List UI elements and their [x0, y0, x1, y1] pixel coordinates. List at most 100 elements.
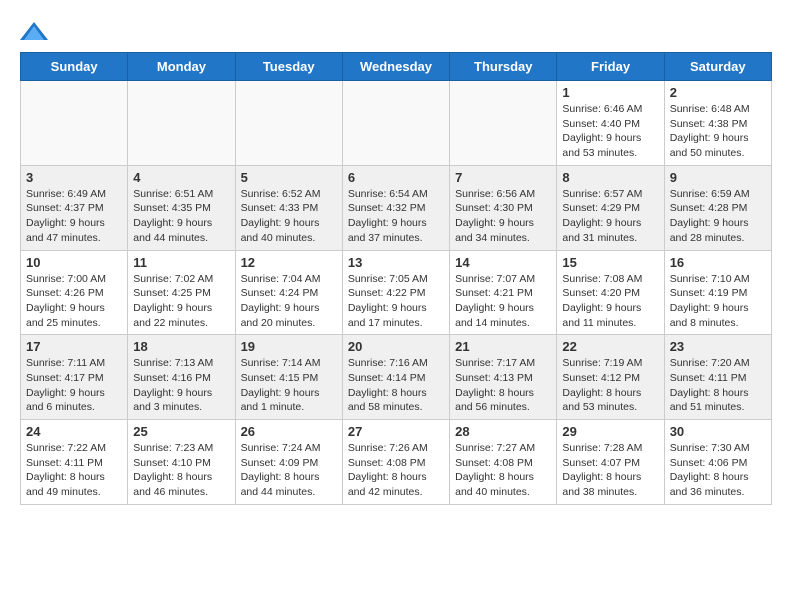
cell-text: Sunrise: 7:11 AM Sunset: 4:17 PM Dayligh… [26, 356, 122, 415]
cell-text: Sunrise: 7:10 AM Sunset: 4:19 PM Dayligh… [670, 272, 766, 331]
calendar-cell: 16 Sunrise: 7:10 AM Sunset: 4:19 PM Dayli… [664, 250, 771, 335]
day-number: 1 [562, 85, 658, 100]
day-number: 12 [241, 255, 337, 270]
calendar-cell: 12 Sunrise: 7:04 AM Sunset: 4:24 PM Dayli… [235, 250, 342, 335]
day-number: 29 [562, 424, 658, 439]
calendar-cell: 26 Sunrise: 7:24 AM Sunset: 4:09 PM Dayli… [235, 420, 342, 505]
header-monday: Monday [128, 53, 235, 81]
day-number: 8 [562, 170, 658, 185]
day-number: 27 [348, 424, 444, 439]
day-number: 14 [455, 255, 551, 270]
day-number: 5 [241, 170, 337, 185]
calendar-cell: 30Sunrise: 7:30 AM Sunset: 4:06 PM Dayli… [664, 420, 771, 505]
cell-text: Sunrise: 6:56 AM Sunset: 4:30 PM Dayligh… [455, 187, 551, 246]
day-number: 22 [562, 339, 658, 354]
cell-text: Sunrise: 7:19 AM Sunset: 4:12 PM Dayligh… [562, 356, 658, 415]
calendar-cell: 9 Sunrise: 6:59 AM Sunset: 4:28 PM Daylig… [664, 165, 771, 250]
calendar-cell: 11 Sunrise: 7:02 AM Sunset: 4:25 PM Dayli… [128, 250, 235, 335]
day-number: 23 [670, 339, 766, 354]
day-number: 3 [26, 170, 122, 185]
cell-text: Sunrise: 6:59 AM Sunset: 4:28 PM Dayligh… [670, 187, 766, 246]
day-number: 6 [348, 170, 444, 185]
day-number: 7 [455, 170, 551, 185]
day-number: 28 [455, 424, 551, 439]
cell-text: Sunrise: 7:17 AM Sunset: 4:13 PM Dayligh… [455, 356, 551, 415]
day-number: 19 [241, 339, 337, 354]
calendar-cell: 6 Sunrise: 6:54 AM Sunset: 4:32 PM Daylig… [342, 165, 449, 250]
calendar-cell: 20 Sunrise: 7:16 AM Sunset: 4:14 PM Dayli… [342, 335, 449, 420]
calendar-cell: 17 Sunrise: 7:11 AM Sunset: 4:17 PM Dayli… [21, 335, 128, 420]
calendar-cell: 10Sunrise: 7:00 AM Sunset: 4:26 PM Dayli… [21, 250, 128, 335]
calendar-cell: 13 Sunrise: 7:05 AM Sunset: 4:22 PM Dayli… [342, 250, 449, 335]
header-wednesday: Wednesday [342, 53, 449, 81]
cell-text: Sunrise: 7:02 AM Sunset: 4:25 PM Dayligh… [133, 272, 229, 331]
calendar-cell [21, 81, 128, 166]
cell-text: Sunrise: 7:26 AM Sunset: 4:08 PM Dayligh… [348, 441, 444, 500]
day-number: 15 [562, 255, 658, 270]
cell-text: Sunrise: 7:23 AM Sunset: 4:10 PM Dayligh… [133, 441, 229, 500]
cell-text: Sunrise: 6:46 AM Sunset: 4:40 PM Dayligh… [562, 102, 658, 161]
cell-text: Sunrise: 7:04 AM Sunset: 4:24 PM Dayligh… [241, 272, 337, 331]
header-row: SundayMondayTuesdayWednesdayThursdayFrid… [21, 53, 772, 81]
header-tuesday: Tuesday [235, 53, 342, 81]
day-number: 24 [26, 424, 122, 439]
calendar-row-1: 3 Sunrise: 6:49 AM Sunset: 4:37 PM Daylig… [21, 165, 772, 250]
cell-text: Sunrise: 6:49 AM Sunset: 4:37 PM Dayligh… [26, 187, 122, 246]
logo-icon [20, 20, 48, 42]
calendar-cell: 28 Sunrise: 7:27 AM Sunset: 4:08 PM Dayli… [450, 420, 557, 505]
cell-text: Sunrise: 7:27 AM Sunset: 4:08 PM Dayligh… [455, 441, 551, 500]
logo [20, 20, 52, 42]
calendar-row-4: 24 Sunrise: 7:22 AM Sunset: 4:11 PM Dayli… [21, 420, 772, 505]
cell-text: Sunrise: 7:16 AM Sunset: 4:14 PM Dayligh… [348, 356, 444, 415]
calendar-cell: 24 Sunrise: 7:22 AM Sunset: 4:11 PM Dayli… [21, 420, 128, 505]
day-number: 4 [133, 170, 229, 185]
cell-text: Sunrise: 7:20 AM Sunset: 4:11 PM Dayligh… [670, 356, 766, 415]
cell-text: Sunrise: 7:14 AM Sunset: 4:15 PM Dayligh… [241, 356, 337, 415]
cell-text: Sunrise: 7:05 AM Sunset: 4:22 PM Dayligh… [348, 272, 444, 331]
page-header [20, 20, 772, 42]
calendar-cell: 7 Sunrise: 6:56 AM Sunset: 4:30 PM Daylig… [450, 165, 557, 250]
day-number: 10 [26, 255, 122, 270]
cell-text: Sunrise: 6:54 AM Sunset: 4:32 PM Dayligh… [348, 187, 444, 246]
day-number: 26 [241, 424, 337, 439]
calendar-cell: 19 Sunrise: 7:14 AM Sunset: 4:15 PM Dayli… [235, 335, 342, 420]
day-number: 9 [670, 170, 766, 185]
day-number: 16 [670, 255, 766, 270]
day-number: 11 [133, 255, 229, 270]
calendar-cell: 22 Sunrise: 7:19 AM Sunset: 4:12 PM Dayli… [557, 335, 664, 420]
header-friday: Friday [557, 53, 664, 81]
calendar-cell: 3 Sunrise: 6:49 AM Sunset: 4:37 PM Daylig… [21, 165, 128, 250]
cell-text: Sunrise: 7:30 AM Sunset: 4:06 PM Dayligh… [670, 441, 766, 500]
cell-text: Sunrise: 7:24 AM Sunset: 4:09 PM Dayligh… [241, 441, 337, 500]
cell-text: Sunrise: 6:51 AM Sunset: 4:35 PM Dayligh… [133, 187, 229, 246]
calendar-cell: 2 Sunrise: 6:48 AM Sunset: 4:38 PM Daylig… [664, 81, 771, 166]
day-number: 17 [26, 339, 122, 354]
cell-text: Sunrise: 7:13 AM Sunset: 4:16 PM Dayligh… [133, 356, 229, 415]
calendar-cell: 25 Sunrise: 7:23 AM Sunset: 4:10 PM Dayli… [128, 420, 235, 505]
calendar-cell: 27 Sunrise: 7:26 AM Sunset: 4:08 PM Dayli… [342, 420, 449, 505]
calendar-cell [342, 81, 449, 166]
cell-text: Sunrise: 7:22 AM Sunset: 4:11 PM Dayligh… [26, 441, 122, 500]
calendar-table: SundayMondayTuesdayWednesdayThursdayFrid… [20, 52, 772, 505]
day-number: 2 [670, 85, 766, 100]
day-number: 18 [133, 339, 229, 354]
cell-text: Sunrise: 6:52 AM Sunset: 4:33 PM Dayligh… [241, 187, 337, 246]
calendar-row-2: 10Sunrise: 7:00 AM Sunset: 4:26 PM Dayli… [21, 250, 772, 335]
cell-text: Sunrise: 7:07 AM Sunset: 4:21 PM Dayligh… [455, 272, 551, 331]
calendar-cell: 21Sunrise: 7:17 AM Sunset: 4:13 PM Dayli… [450, 335, 557, 420]
calendar-cell: 23 Sunrise: 7:20 AM Sunset: 4:11 PM Dayli… [664, 335, 771, 420]
cell-text: Sunrise: 6:48 AM Sunset: 4:38 PM Dayligh… [670, 102, 766, 161]
calendar-cell: 18 Sunrise: 7:13 AM Sunset: 4:16 PM Dayli… [128, 335, 235, 420]
header-saturday: Saturday [664, 53, 771, 81]
header-sunday: Sunday [21, 53, 128, 81]
calendar-cell [128, 81, 235, 166]
calendar-cell: 1 Sunrise: 6:46 AM Sunset: 4:40 PM Daylig… [557, 81, 664, 166]
day-number: 20 [348, 339, 444, 354]
day-number: 25 [133, 424, 229, 439]
calendar-header: SundayMondayTuesdayWednesdayThursdayFrid… [21, 53, 772, 81]
cell-text: Sunrise: 6:57 AM Sunset: 4:29 PM Dayligh… [562, 187, 658, 246]
calendar-cell: 4 Sunrise: 6:51 AM Sunset: 4:35 PM Daylig… [128, 165, 235, 250]
calendar-cell [235, 81, 342, 166]
header-thursday: Thursday [450, 53, 557, 81]
day-number: 13 [348, 255, 444, 270]
